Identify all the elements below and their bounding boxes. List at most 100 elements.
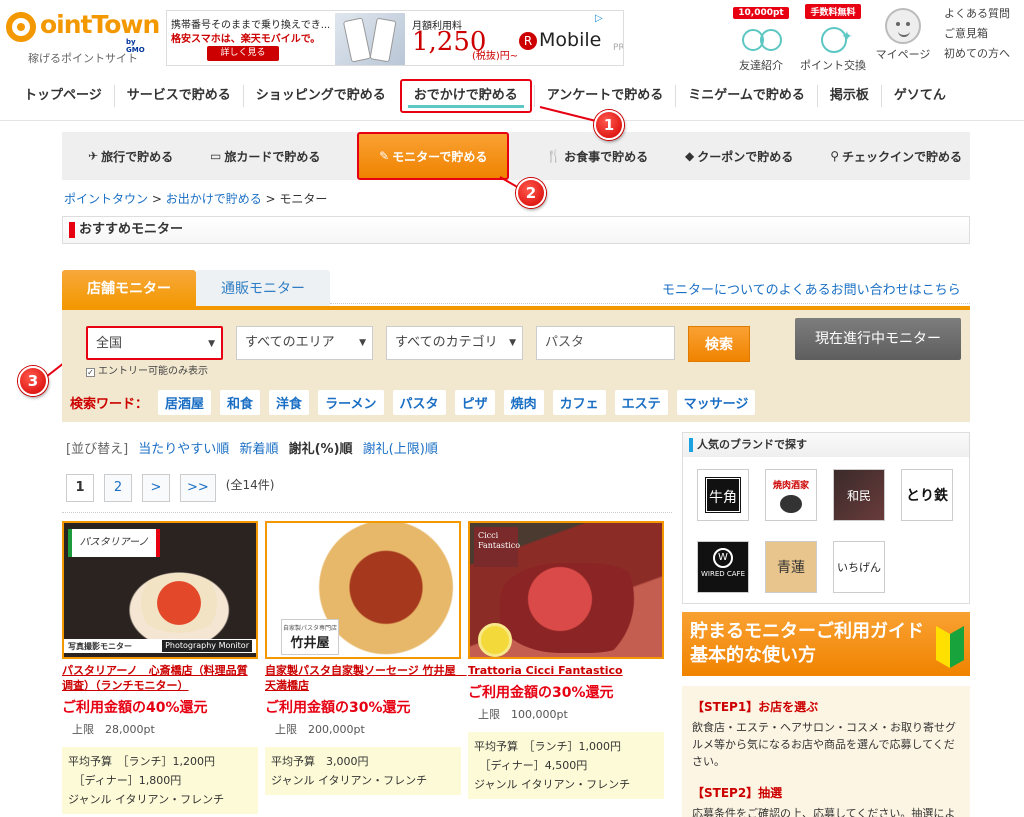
card-title[interactable]: Trattoria Cicci Fantastico — [468, 663, 664, 678]
keyword-tag[interactable]: ラーメン — [318, 390, 384, 415]
card-info-line: ［ディナー］1,800円 — [68, 774, 182, 787]
mypage-link[interactable]: マイページ — [868, 4, 938, 62]
keyword-tag[interactable]: マッサージ — [676, 390, 756, 415]
card-info-line: ジャンル イタリアン・フレンチ — [271, 774, 428, 787]
subnav-card[interactable]: ▭ 旅カードで貯める — [210, 148, 320, 165]
site-header: ointTown by GMO 稼げるポイントサイト 携帯番号そのままで乗り換え… — [0, 0, 1024, 72]
nav-gesoten[interactable]: ゲソてん — [880, 85, 958, 107]
subnav-coupon-label: クーポンで貯める — [697, 149, 794, 164]
ad-details-button[interactable]: 詳しく見る — [207, 46, 279, 61]
monitor-card[interactable]: Cicci Fantastico Trattoria Cicci Fantast… — [468, 521, 664, 799]
sort-probability[interactable]: 当たりやすい順 — [138, 442, 229, 457]
sort-newest[interactable]: 新着順 — [239, 442, 278, 457]
card-photo[interactable]: パスタリアーノ 写真撮影モニター Photography Monitor — [62, 521, 258, 659]
brand-toritetsu[interactable]: とり鉄 — [901, 469, 953, 521]
nav-outing[interactable]: おでかけで貯める — [399, 79, 532, 113]
keyword-tag[interactable]: パスタ — [392, 390, 446, 415]
faq-link[interactable]: よくある質問 — [944, 4, 1024, 24]
guide-line2: 基本的な使い方 — [690, 645, 816, 666]
chevron-down-icon: ▼ — [208, 339, 215, 349]
brand-gyukaku[interactable]: 牛角 — [697, 469, 749, 521]
subnav-coupon[interactable]: ◆ クーポンで貯める — [685, 148, 793, 165]
pointtown-logo[interactable]: ointTown by GMO 稼げるポイントサイト — [6, 8, 160, 65]
list-divider — [62, 512, 672, 513]
brand-wired-cafe[interactable]: W WIRED CAFE — [697, 541, 749, 593]
nav-minigame[interactable]: ミニゲームで貯める — [675, 85, 817, 107]
card-reward-cap: 上限 100,000pt — [478, 708, 568, 721]
breadcrumb-parent[interactable]: お出かけで貯める — [166, 192, 262, 206]
category-select[interactable]: すべてのカテゴリ ▼ — [386, 326, 523, 360]
point-exchange-link[interactable]: 手数料無料 ポイント交換 — [798, 4, 868, 73]
breadcrumb-sep: > — [148, 192, 166, 206]
keyword-tag[interactable]: 居酒屋 — [158, 390, 212, 415]
page-1[interactable]: 1 — [66, 474, 94, 502]
keyword-input[interactable]: パスタ — [536, 326, 675, 360]
tab-store-monitor[interactable]: 店舗モニター — [62, 270, 196, 308]
keyword-tag[interactable]: 和食 — [220, 390, 261, 415]
nav-top[interactable]: トップページ — [12, 85, 114, 107]
brand-ichigen[interactable]: いちげん — [833, 541, 885, 593]
page-2[interactable]: 2 — [104, 474, 132, 502]
sort-reward-percent[interactable]: 謝礼(%)順 — [289, 442, 353, 457]
brand-watami[interactable]: 和民 — [833, 469, 885, 521]
point-exchange-label: ポイント交換 — [800, 59, 866, 72]
friends-icon — [742, 23, 782, 55]
sort-bar: [並び替え] 当たりやすい順 新着順 謝礼(%)順 謝礼(上限)順 — [66, 438, 438, 457]
area-select[interactable]: すべてのエリア ▼ — [236, 326, 373, 360]
friend-invite-link[interactable]: 10,000pt 友達紹介 — [726, 4, 796, 73]
entry-only-checkbox[interactable]: ✓ エントリー可能のみ表示 — [86, 362, 208, 377]
guide-title: 貯まるモニターご利用ガイド 基本的な使い方 — [690, 620, 924, 668]
keyword-tag[interactable]: 焼肉 — [503, 390, 544, 415]
keyword-tag[interactable]: 洋食 — [269, 390, 310, 415]
search-button[interactable]: 検索 — [688, 326, 750, 362]
card-photo[interactable]: 自家製パスタ専門店 竹井屋 — [265, 521, 461, 659]
keyword-tag[interactable]: カフェ — [552, 390, 606, 415]
subnav-monitor[interactable]: ✎ モニターで貯める — [357, 132, 510, 180]
card-photo[interactable]: Cicci Fantastico — [468, 521, 664, 659]
sort-reward-cap[interactable]: 謝礼(上限)順 — [363, 442, 438, 457]
nav-survey[interactable]: アンケートで貯める — [533, 85, 675, 107]
exchange-icon — [817, 23, 853, 55]
fork-knife-icon: 🍴 — [546, 149, 562, 163]
card-info-line: ジャンル イタリアン・フレンチ — [474, 778, 631, 791]
monitor-faq-link[interactable]: モニターについてのよくあるお問い合わせはこちら — [662, 279, 961, 298]
current-monitor-button[interactable]: 現在進行中モニター — [795, 318, 961, 360]
card-info-line: 平均予算 ［ランチ］1,000円 — [474, 740, 621, 753]
keyword-tag[interactable]: ピザ — [454, 390, 495, 415]
monitor-card[interactable]: 自家製パスタ専門店 竹井屋 自家製パスタ自家製ソーセージ 竹井屋 天満橋店 ご利… — [265, 521, 467, 795]
brand-mascot-icon — [780, 495, 802, 513]
search-panel: 全国 ▼ すべてのエリア ▼ すべてのカテゴリ ▼ パスタ 検索 現在進行中モニター … — [62, 310, 970, 422]
pasta-dish-image — [134, 573, 224, 633]
keyword-tag[interactable]: エステ — [614, 390, 668, 415]
subnav-card-label: 旅カードで貯める — [224, 149, 321, 164]
brand-seiren[interactable]: 青蓮 — [765, 541, 817, 593]
ad-banner[interactable]: 携帯番号そのままで乗り換えでき... 格安スマホは、楽天モバイルで。 詳しく見る… — [166, 10, 624, 66]
card-title[interactable]: 自家製パスタ自家製ソーセージ 竹井屋 天満橋店 — [265, 663, 467, 693]
logo-subtitle: 稼げるポイントサイト — [28, 52, 138, 65]
nav-service[interactable]: サービスで貯める — [113, 85, 243, 107]
region-select[interactable]: 全国 ▼ — [86, 326, 223, 360]
entry-only-label: エントリー可能のみ表示 — [98, 366, 208, 377]
checkbox-icon[interactable]: ✓ — [86, 368, 95, 377]
monitor-guide-banner[interactable]: 貯まるモニターご利用ガイド 基本的な使い方 — [682, 612, 970, 676]
breadcrumb-current: モニター — [279, 192, 328, 206]
shop-sign-name: 竹井屋 — [290, 636, 330, 651]
feedback-link[interactable]: ご意見箱 — [944, 24, 1024, 44]
ad-info-icon[interactable]: ▷ — [595, 13, 603, 24]
chevron-down-icon: ▼ — [359, 338, 366, 348]
card-title[interactable]: パスタリアーノ 心斎橋店（料理品質调査）（ランチモニター） — [62, 663, 258, 693]
subnav-checkin[interactable]: ⚲ チェックインで貯める — [830, 148, 962, 165]
subnav-dining[interactable]: 🍴 お食事で貯める — [546, 148, 648, 165]
subnav-travel[interactable]: ✈ 旅行で貯める — [88, 148, 173, 165]
avatar-icon — [885, 8, 921, 44]
beginners-link[interactable]: 初めての方へ — [944, 44, 1024, 64]
tab-mail-monitor[interactable]: 通販モニター — [196, 270, 330, 308]
monitor-card[interactable]: パスタリアーノ 写真撮影モニター Photography Monitor パスタ… — [62, 521, 258, 814]
page-last[interactable]: >> — [180, 474, 216, 502]
nav-board[interactable]: 掲示板 — [816, 85, 881, 107]
breadcrumb-home[interactable]: ポイントタウン — [64, 192, 148, 206]
page-next[interactable]: > — [142, 474, 170, 502]
pagination: 1 2 > >> (全14件) — [66, 474, 274, 502]
nav-shopping[interactable]: ショッピングで貯める — [242, 85, 398, 107]
brand-yakiniku-sakaba[interactable]: 焼肉酒家 — [765, 469, 817, 521]
